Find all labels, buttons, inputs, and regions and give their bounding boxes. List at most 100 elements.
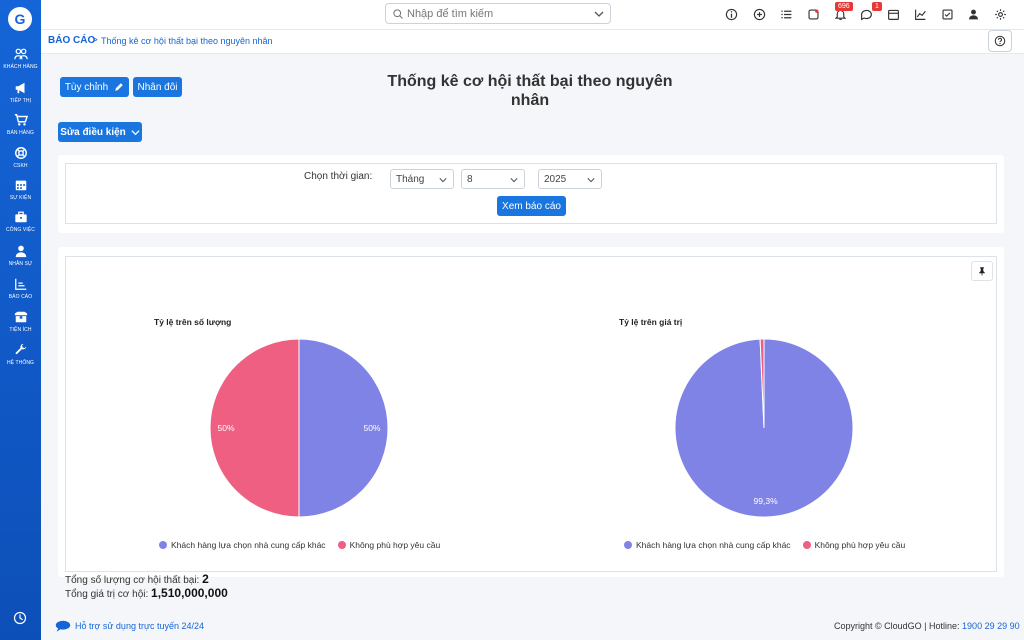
pie-data-label: 99,3% <box>754 496 779 506</box>
top-bar: Nhập để tìm kiếm 696 1 <box>41 0 1024 30</box>
view-report-label: Xem báo cáo <box>502 200 561 212</box>
sidebar-item-reports[interactable]: BÁO CÁO <box>0 277 41 300</box>
chevron-down-icon <box>594 11 604 17</box>
legend-item[interactable]: Khách hàng lựa chọn nhà cung cấp khác <box>624 540 791 550</box>
hotline-number[interactable]: 1900 29 29 90 <box>962 621 1020 631</box>
legend-item[interactable]: Không phù hợp yêu cầu <box>337 540 441 550</box>
period-select[interactable]: Tháng <box>390 169 454 189</box>
breadcrumb: BÁO CÁO > Thống kê cơ hội thất bại theo … <box>41 30 1024 54</box>
hotline-label: Hotline: <box>929 621 960 631</box>
sidebar-item-label: CÔNG VIỆC <box>6 227 35 233</box>
summary-value-label: Tổng giá trị cơ hội: <box>65 589 149 600</box>
sidebar-item-customers[interactable]: KHÁCH HÀNG <box>0 47 41 70</box>
legend-dot <box>802 541 811 549</box>
customize-button[interactable]: Tùy chỉnh <box>60 77 129 97</box>
sidebar-item-label: SỰ KIỆN <box>9 195 32 201</box>
notifications-button[interactable]: 696 <box>834 0 854 30</box>
summary-count-label: Tổng số lượng cơ hội thất bại: <box>65 575 200 586</box>
calendar-icon[interactable] <box>887 8 900 21</box>
breadcrumb-root-link[interactable]: BÁO CÁO <box>48 35 95 46</box>
chart-line-icon[interactable] <box>914 8 927 21</box>
wrench-icon <box>14 343 26 355</box>
summary-count: Tổng số lượng cơ hội thất bại: 2 <box>65 572 209 586</box>
summary-value: Tổng giá trị cơ hội: 1,510,000,000 <box>65 586 228 600</box>
messages-button[interactable]: 1 <box>860 0 882 30</box>
sidebar-item-support[interactable]: CSKH <box>0 146 41 169</box>
page-title-line1: Thống kê cơ hội thất bại theo nguyên <box>387 73 673 90</box>
sidebar-item-utilities[interactable]: TIỆN ÍCH <box>0 310 41 333</box>
info-icon[interactable] <box>725 8 738 21</box>
legend-label: Không phù hợp yêu cầu <box>814 540 906 550</box>
person-icon <box>15 245 26 258</box>
legend-item[interactable]: Khách hàng lựa chọn nhà cung cấp khác <box>159 540 326 550</box>
legend-value: Khách hàng lựa chọn nhà cung cấp khác Kh… <box>624 540 917 550</box>
legend-label: Khách hàng lựa chọn nhà cung cấp khác <box>636 540 791 550</box>
footer-copyright: Copyright © CloudGO | Hotline: 1900 29 2… <box>834 621 1020 631</box>
gear-icon[interactable] <box>994 8 1007 21</box>
chart-title-quantity: Tỷ lệ trên số lượng <box>154 317 232 327</box>
page-title-line2: nhân <box>510 92 550 109</box>
chevron-down-icon <box>510 178 518 183</box>
sidebar-item-hr[interactable]: NHÂN SỰ <box>0 244 41 267</box>
year-select[interactable]: 2025 <box>538 169 602 189</box>
summary-value-value: 1,510,000,000 <box>151 586 228 600</box>
cart-icon <box>14 114 28 126</box>
refresh-icon[interactable] <box>807 8 820 21</box>
legend-dot <box>159 541 167 549</box>
message-badge: 1 <box>872 2 882 11</box>
lifebuoy-icon <box>14 147 27 159</box>
legend-label: Khách hàng lựa chọn nhà cung cấp khác <box>171 540 326 550</box>
chevron-down-icon <box>131 129 140 135</box>
sidebar: G KHÁCH HÀNG TIẾP THỊ BÁN HÀNG CSKH SỰ K… <box>0 0 41 640</box>
edit-conditions-button[interactable]: Sửa điều kiện <box>58 122 142 142</box>
pie-data-label: 50% <box>363 423 380 433</box>
help-button[interactable] <box>988 30 1012 52</box>
notification-badge: 696 <box>835 2 853 11</box>
clock-icon[interactable] <box>13 611 27 625</box>
pin-button[interactable] <box>971 261 993 281</box>
list-icon[interactable] <box>780 8 793 21</box>
chart-title-value: Tỷ lệ trên giá trị <box>619 317 683 327</box>
user-icon[interactable] <box>967 8 980 21</box>
edit-conditions-label: Sửa điều kiện <box>60 126 126 138</box>
summary-count-value: 2 <box>202 572 209 586</box>
pie-chart-quantity: 50% 50% <box>209 338 389 518</box>
duplicate-label: Nhân đôi <box>137 81 178 93</box>
sidebar-item-label: HỆ THỐNG <box>6 360 35 366</box>
calendar-icon <box>15 180 26 191</box>
legend-dot <box>337 541 346 549</box>
breadcrumb-current: Thống kê cơ hội thất bại theo nguyên nhâ… <box>101 36 273 46</box>
legend-item[interactable]: Không phù hợp yêu cầu <box>802 540 906 550</box>
chevron-down-icon <box>439 178 447 183</box>
year-value: 2025 <box>544 174 567 185</box>
search-icon <box>393 9 403 19</box>
sidebar-item-label: KHÁCH HÀNG <box>3 64 38 70</box>
time-filter-label: Chọn thời gian: <box>304 171 373 182</box>
view-report-button[interactable]: Xem báo cáo <box>497 196 566 216</box>
sidebar-item-label: BÁN HÀNG <box>7 130 34 136</box>
sidebar-item-sales[interactable]: BÁN HÀNG <box>0 113 41 136</box>
support-text: Hỗ trợ sử dụng trực tuyến 24/24 <box>75 621 205 631</box>
checkbox-icon[interactable] <box>941 8 954 21</box>
duplicate-button[interactable]: Nhân đôi <box>133 77 182 97</box>
support-chat-icon <box>55 620 71 632</box>
sidebar-item-events[interactable]: SỰ KIỆN <box>0 178 41 201</box>
sidebar-item-label: TIẾP THỊ <box>9 98 32 104</box>
support-link[interactable]: Hỗ trợ sử dụng trực tuyến 24/24 <box>55 620 204 632</box>
legend-label: Không phù hợp yêu cầu <box>349 540 441 550</box>
app-logo[interactable]: G <box>8 7 32 31</box>
add-icon[interactable] <box>753 8 766 21</box>
month-select[interactable]: 8 <box>461 169 525 189</box>
customize-label: Tùy chỉnh <box>64 81 109 93</box>
filter-card: Chọn thời gian: Tháng 8 2025 Xem báo cáo <box>65 163 997 224</box>
sidebar-item-marketing[interactable]: TIẾP THỊ <box>0 81 41 104</box>
report-icon <box>14 278 26 290</box>
sidebar-item-system[interactable]: HỆ THỐNG <box>0 343 41 366</box>
chat-icon <box>861 9 872 21</box>
help-icon <box>994 35 1006 47</box>
users-icon <box>13 48 28 60</box>
search-input[interactable]: Nhập để tìm kiếm <box>407 8 493 20</box>
pie-data-label: 50% <box>218 423 235 433</box>
search-box[interactable]: Nhập để tìm kiếm <box>385 3 611 24</box>
sidebar-item-tasks[interactable]: CÔNG VIỆC <box>0 210 41 233</box>
